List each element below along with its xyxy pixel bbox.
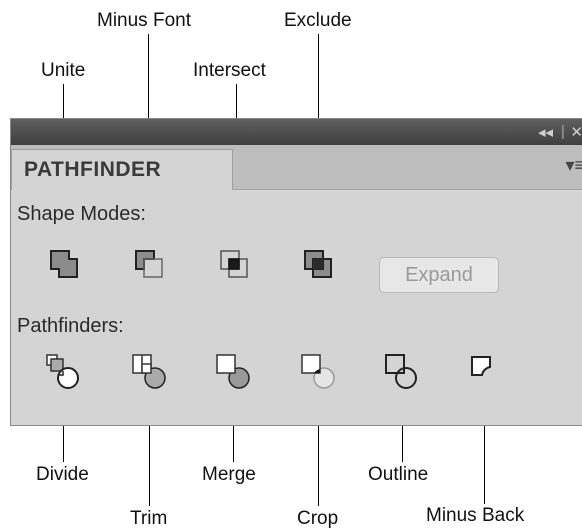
- merge-button[interactable]: [213, 351, 253, 391]
- crop-icon: [301, 354, 335, 389]
- callout-minus-back: Minus Back: [426, 505, 525, 526]
- callout-intersect: Intersect: [193, 60, 266, 81]
- pathfinders-label: Pathfinders:: [17, 315, 124, 337]
- unite-button[interactable]: [45, 245, 85, 285]
- titlebar-divider: |: [560, 123, 565, 140]
- expand-button[interactable]: Expand: [379, 257, 499, 293]
- panel-titlebar[interactable]: ◂◂ | ✕: [11, 119, 582, 145]
- trim-icon: [132, 354, 166, 389]
- divide-button[interactable]: [43, 351, 83, 391]
- divide-icon: [46, 354, 79, 389]
- exclude-icon: [304, 250, 332, 278]
- callout-exclude: Exclude: [284, 10, 352, 31]
- callout-merge: Merge: [202, 464, 256, 485]
- trim-button[interactable]: [129, 351, 169, 391]
- minus-back-button[interactable]: [466, 351, 506, 391]
- callout-unite: Unite: [41, 60, 86, 81]
- close-icon[interactable]: ✕: [570, 123, 582, 141]
- pathfinder-panel: ◂◂ | ✕ PATHFINDER ▾≡ Shape Modes: Expand…: [10, 118, 582, 426]
- panel-menu-icon[interactable]: ▾≡: [565, 155, 582, 176]
- callout-divide: Divide: [36, 464, 89, 485]
- intersect-button[interactable]: [215, 245, 255, 285]
- outline-icon: [385, 354, 417, 389]
- collapse-icon[interactable]: ◂◂: [538, 123, 553, 141]
- panel-tab-row: PATHFINDER ▾≡: [11, 145, 582, 190]
- tab-pathfinder-label: PATHFINDER: [24, 158, 162, 181]
- outline-button[interactable]: [382, 351, 422, 391]
- crop-button[interactable]: [298, 351, 338, 391]
- minus-back-icon: [471, 356, 491, 376]
- exclude-button[interactable]: [299, 245, 339, 285]
- tab-pathfinder[interactable]: PATHFINDER: [11, 149, 233, 190]
- callout-minus-front: Minus Font: [97, 10, 191, 31]
- merge-icon: [216, 354, 250, 389]
- intersect-icon: [220, 250, 248, 278]
- shape-modes-label: Shape Modes:: [17, 203, 146, 225]
- callout-outline: Outline: [368, 464, 429, 485]
- unite-icon: [50, 250, 78, 278]
- minus-front-button[interactable]: [130, 245, 170, 285]
- minus-front-icon: [135, 250, 163, 278]
